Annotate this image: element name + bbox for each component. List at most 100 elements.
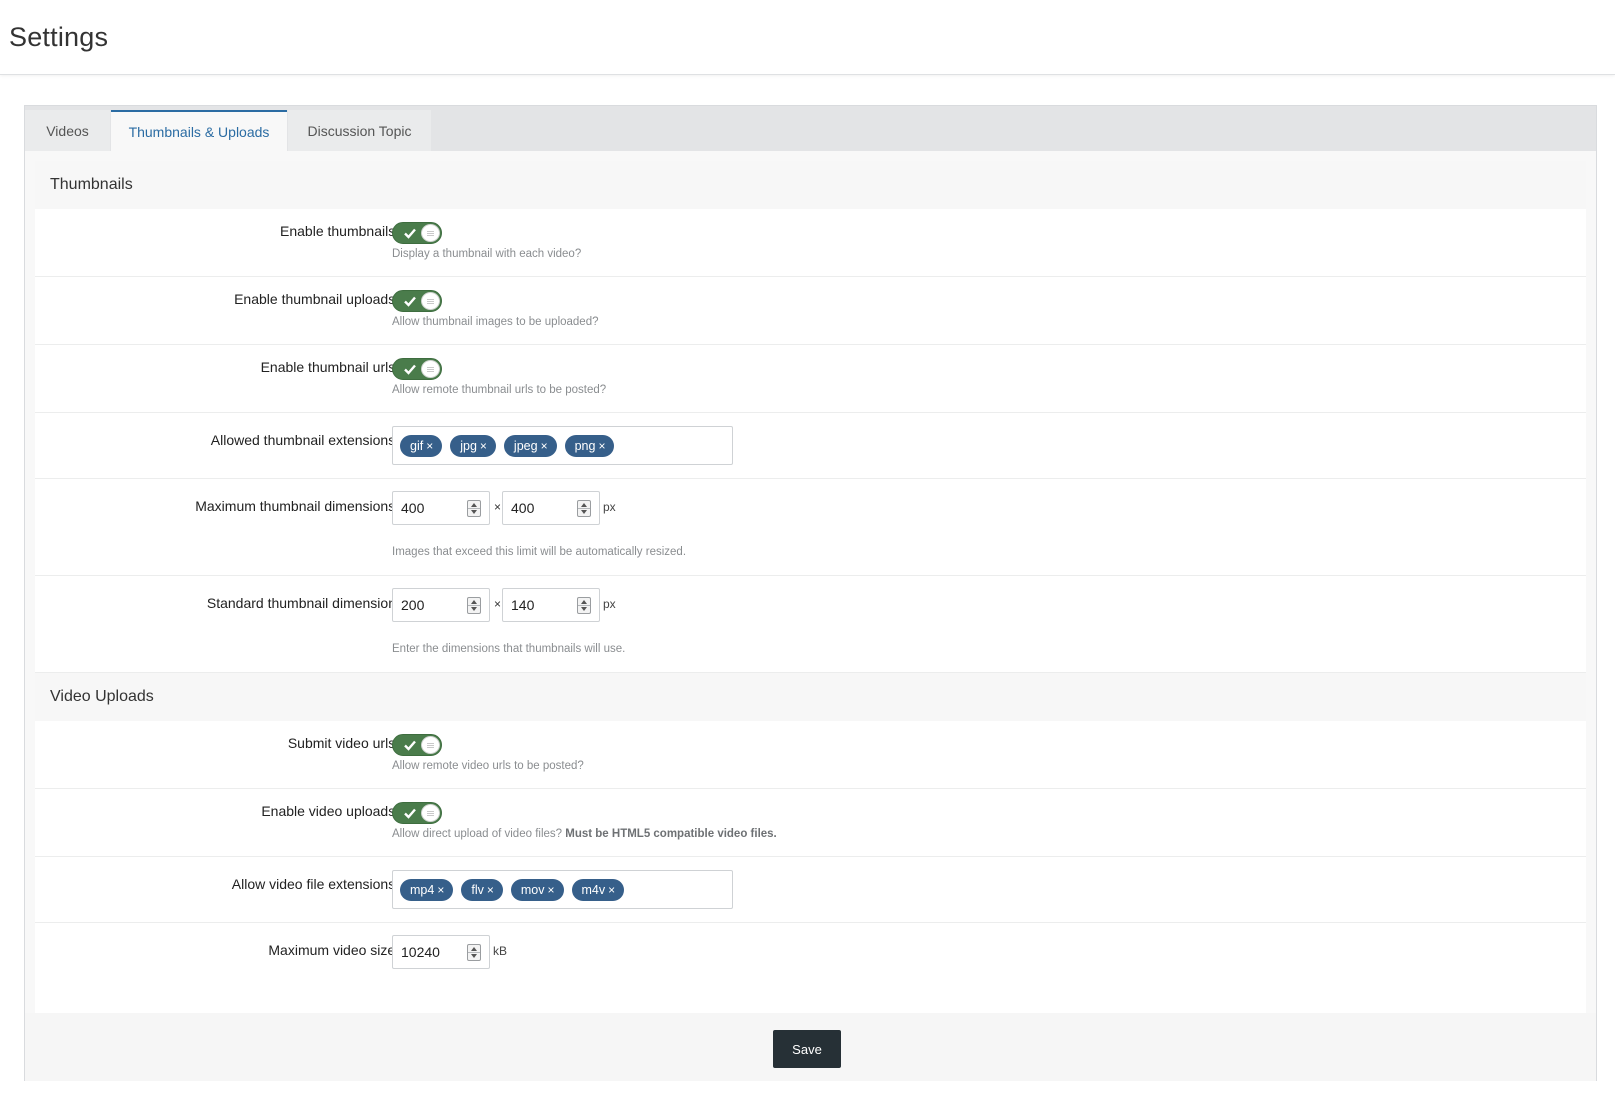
setting-row-max-video-size: Maximum video size? 10240 kB [35,923,1586,993]
section-title-video-uploads: Video Uploads [35,673,1586,721]
setting-label: Enable thumbnail uploads? [234,291,403,307]
max-video-size-input[interactable]: 10240 [392,935,490,969]
close-icon[interactable]: × [437,883,444,897]
input-value: 200 [401,597,425,613]
setting-help: Enter the dimensions that thumbnails wil… [392,643,626,655]
setting-help: Allow thumbnail images to be uploaded? [392,316,599,328]
tag-m4v: m4v × [571,878,625,901]
standard-width-input[interactable]: 200 [392,588,490,622]
tag-jpeg: jpeg × [503,434,557,457]
form-footer: Save [25,1013,1596,1081]
setting-label: Submit video urls? [287,735,403,751]
setting-help: Allow direct upload of video files? Must… [392,828,777,840]
tag-label: m4v [581,882,606,897]
tag-png: png × [564,434,615,457]
unit-label: px [603,500,616,514]
check-icon [404,364,416,375]
tag-mov: mov × [510,878,564,901]
tag-label: jpeg [513,438,538,453]
spinner-arrows-icon[interactable] [467,597,481,614]
toggle-knob [421,360,440,378]
input-value: 400 [511,500,535,516]
check-icon [404,808,416,819]
help-emphasis: Must be HTML5 compatible video files. [565,828,777,840]
setting-row-enable-thumbnail-urls: Enable thumbnail urls? Allow remote thum… [35,345,1586,413]
settings-content: Thumbnails Enable thumbnails? Display a … [35,161,1586,1013]
times-sign: × [494,597,502,611]
spinner-arrows-icon[interactable] [577,500,591,517]
tag-mp4: mp4 × [400,878,454,901]
tab-bar: Videos Thumbnails & Uploads Discussion T… [25,106,1596,151]
setting-row-enable-thumbnail-uploads: Enable thumbnail uploads? Allow thumbnai… [35,277,1586,345]
close-icon[interactable]: × [480,439,487,453]
close-icon[interactable]: × [541,439,548,453]
close-icon[interactable]: × [487,883,494,897]
setting-label: Allowed thumbnail extensions? [210,432,403,448]
tab-thumbnails-uploads[interactable]: Thumbnails & Uploads [111,110,287,151]
times-sign: × [494,500,502,514]
standard-height-input[interactable]: 140 [502,588,600,622]
setting-label: Enable thumbnail urls? [260,359,403,375]
check-icon [404,228,416,239]
setting-row-video-extensions: Allow video file extensions? mp4 × flv × m… [35,857,1586,923]
enable-thumbnail-uploads-toggle[interactable] [392,290,442,312]
setting-label: Maximum thumbnail dimensions? [195,498,403,514]
page-header: Settings [0,0,1615,75]
toggle-knob [421,292,440,310]
tag-jpg: jpg × [450,434,496,457]
tab-discussion-topic[interactable]: Discussion Topic [288,110,431,151]
setting-help: Allow remote thumbnail urls to be posted… [392,384,607,396]
enable-video-uploads-toggle[interactable] [392,802,442,824]
tag-flv: flv × [461,878,503,901]
check-icon [404,740,416,751]
video-extensions-tag-input[interactable]: mp4 × flv × mov × m4v × [392,870,733,909]
setting-row-submit-video-urls: Submit video urls? Allow remote video ur… [35,721,1586,789]
submit-video-urls-toggle[interactable] [392,734,442,756]
max-width-input[interactable]: 400 [392,491,490,525]
save-button[interactable]: Save [773,1030,841,1068]
tag-label: gif [410,438,424,453]
help-text: Allow direct upload of video files? [392,828,563,840]
spinner-arrows-icon[interactable] [467,944,481,961]
thumbnail-extensions-tag-input[interactable]: gif × jpg × jpeg × png × [392,426,733,465]
close-icon[interactable]: × [608,883,615,897]
page-title: Settings [9,22,109,52]
toggle-knob [421,224,440,242]
unit-label: px [603,597,616,611]
toggle-knob [421,736,440,754]
input-value: 140 [511,597,535,613]
spinner-arrows-icon[interactable] [467,500,481,517]
check-icon [404,296,416,307]
input-value: 10240 [401,944,440,960]
setting-row-thumbnail-extensions: Allowed thumbnail extensions? gif × jpg × … [35,413,1586,479]
close-icon[interactable]: × [547,883,554,897]
close-icon[interactable]: × [426,439,433,453]
setting-help: Allow remote video urls to be posted? [392,760,584,772]
close-icon[interactable]: × [598,439,605,453]
setting-row-enable-video-uploads: Enable video uploads? Allow direct uploa… [35,789,1586,857]
tag-label: mov [520,882,545,897]
setting-row-enable-thumbnails: Enable thumbnails? Display a thumbnail w… [35,209,1586,277]
enable-thumbnail-urls-toggle[interactable] [392,358,442,380]
tag-label: flv [471,882,484,897]
settings-panel: Videos Thumbnails & Uploads Discussion T… [24,105,1597,1081]
setting-help: Images that exceed this limit will be au… [392,546,687,558]
tag-label: jpg [460,438,477,453]
section-title-thumbnails: Thumbnails [35,161,1586,209]
max-height-input[interactable]: 400 [502,491,600,525]
toggle-knob [421,804,440,822]
setting-label: Maximum video size? [268,942,403,958]
setting-row-standard-thumbnail-dimensions: Standard thumbnail dimensions 200 × 140 … [35,576,1586,673]
tab-videos[interactable]: Videos [25,110,110,151]
spinner-arrows-icon[interactable] [577,597,591,614]
setting-help: Display a thumbnail with each video? [392,248,582,260]
tag-label: png [574,438,596,453]
setting-row-max-thumbnail-dimensions: Maximum thumbnail dimensions? 400 × 400 … [35,479,1586,576]
enable-thumbnails-toggle[interactable] [392,222,442,244]
setting-label: Standard thumbnail dimensions [206,595,403,611]
setting-label: Enable video uploads? [261,803,403,819]
setting-label: Enable thumbnails? [280,223,403,239]
unit-label: kB [493,944,508,958]
setting-label: Allow video file extensions? [231,876,403,892]
tag-label: mp4 [410,882,435,897]
